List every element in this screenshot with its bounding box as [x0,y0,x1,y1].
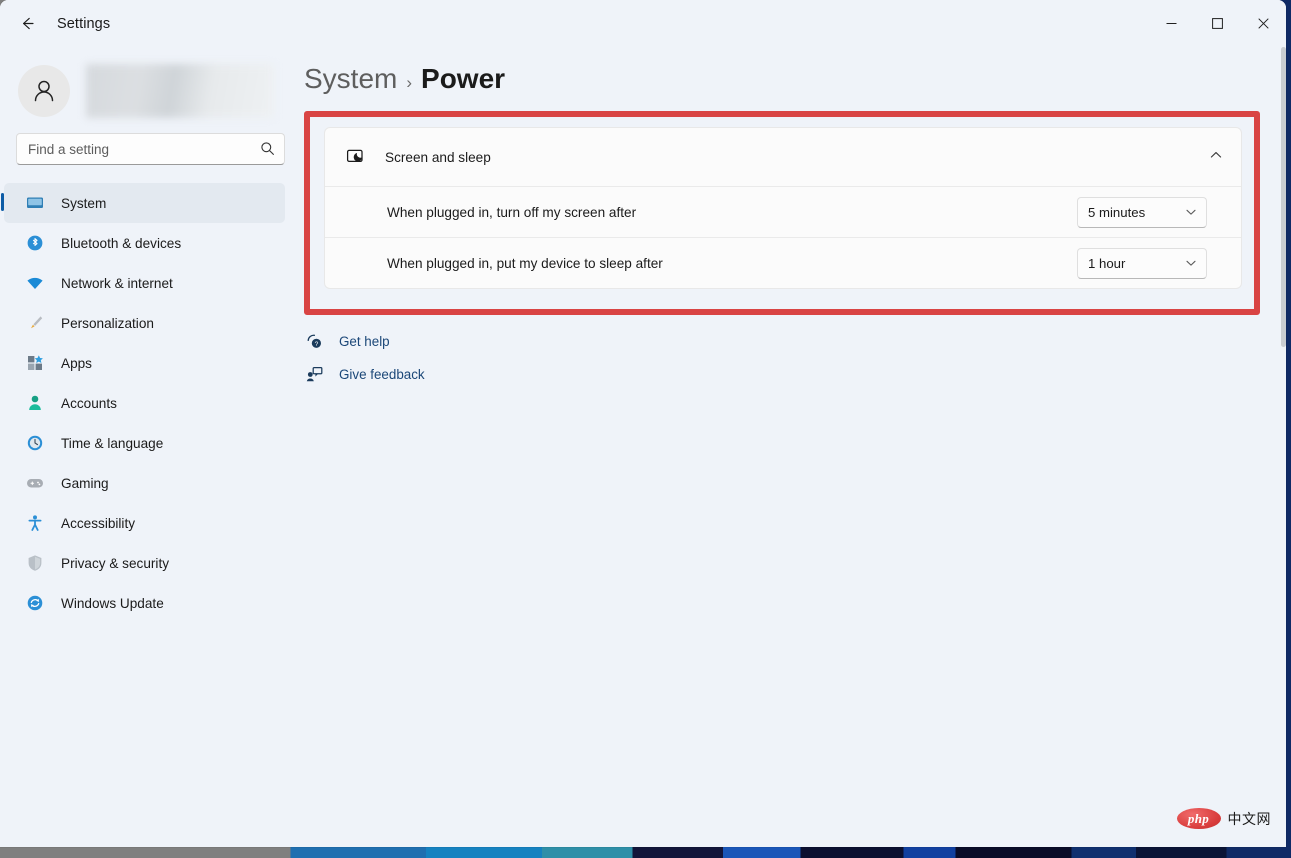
minimize-button[interactable] [1148,0,1194,47]
sidebar-item-label: Network & internet [61,275,173,291]
page-title: Power [421,63,506,94]
turn-off-screen-label: When plugged in, turn off my screen afte… [387,204,637,220]
sidebar-item-label: Apps [61,355,92,371]
accessibility-icon [26,514,44,532]
scrollbar-thumb[interactable] [1281,47,1286,347]
screen-and-sleep-header[interactable]: Screen and sleep [325,128,1241,186]
turn-off-screen-row: When plugged in, turn off my screen afte… [325,186,1241,237]
turn-off-screen-dropdown[interactable]: 5 minutes [1077,196,1207,228]
app-title: Settings [57,15,111,32]
sidebar-item-accounts[interactable]: Accounts [4,383,285,423]
sidebar-item-label: Personalization [61,315,154,331]
help-links: ? Get help Give feedback [304,325,425,391]
sidebar-nav: System Bluetooth & devices Network & int… [0,183,300,623]
wifi-icon [26,274,44,292]
chevron-down-icon [1185,206,1206,218]
help-icon: ? [304,333,324,350]
svg-text:?: ? [314,341,318,348]
turn-off-screen-value: 5 minutes [1088,204,1146,220]
screen-and-sleep-title: Screen and sleep [385,149,491,165]
content-pane: System › Power Screen and sleep When plu… [300,47,1286,847]
sleep-after-row: When plugged in, put my device to sleep … [325,237,1241,288]
sidebar-item-label: Gaming [61,475,109,491]
avatar [18,65,70,117]
sidebar-item-label: Accessibility [61,515,136,531]
shield-icon [26,554,44,572]
arrow-left-icon [22,17,34,30]
sidebar-item-label: Time & language [61,435,164,451]
breadcrumb: System › Power [300,47,1286,95]
bluetooth-icon [26,234,44,252]
get-help-label: Get help [339,334,390,349]
highlight-annotation-box: Screen and sleep When plugged in, turn o… [304,111,1260,315]
sidebar-item-privacy-security[interactable]: Privacy & security [4,543,285,583]
sidebar-item-windows-update[interactable]: Windows Update [4,583,285,623]
search-section [0,121,300,165]
sleep-after-value: 1 hour [1088,255,1126,271]
sidebar-item-label: Accounts [61,395,117,411]
sidebar-item-apps[interactable]: Apps [4,343,285,383]
chevron-down-icon [1185,257,1206,269]
screen-and-sleep-card: Screen and sleep When plugged in, turn o… [324,127,1242,289]
paintbrush-icon [26,314,44,332]
title-bar: Settings [0,0,1286,47]
person-avatar-icon [34,80,54,102]
sidebar-item-accessibility[interactable]: Accessibility [4,503,285,543]
watermark: php 中文网 [1176,808,1272,829]
maximize-icon [1211,18,1223,29]
sidebar: System Bluetooth & devices [0,47,300,847]
caption-buttons [1148,0,1286,47]
breadcrumb-separator: › [406,73,413,92]
back-button[interactable] [10,9,44,39]
sidebar-item-label: Bluetooth & devices [61,235,182,251]
account-section[interactable] [0,47,300,121]
close-button[interactable] [1240,0,1286,47]
give-feedback-label: Give feedback [339,367,425,382]
sidebar-item-label: Windows Update [61,595,164,611]
chevron-up-icon[interactable] [1209,148,1223,167]
sidebar-item-time-language[interactable]: Time & language [4,423,285,463]
sleep-after-label: When plugged in, put my device to sleep … [387,255,663,271]
sidebar-item-bluetooth-devices[interactable]: Bluetooth & devices [4,223,285,263]
monitor-icon [26,194,44,212]
refresh-icon [26,594,44,612]
get-help-link[interactable]: ? Get help [304,325,425,358]
sidebar-item-label: Privacy & security [61,555,170,571]
close-icon [1257,18,1269,29]
breadcrumb-parent[interactable]: System [304,63,397,95]
maximize-button[interactable] [1194,0,1240,47]
sidebar-item-network-internet[interactable]: Network & internet [4,263,285,303]
clock-globe-icon [26,434,44,452]
gamepad-icon [26,474,44,492]
sidebar-item-label: System [61,195,107,211]
php-logo-text: php [1187,810,1210,826]
search-icon [260,141,275,161]
sidebar-item-personalization[interactable]: Personalization [4,303,285,343]
feedback-icon [304,366,324,383]
search-box[interactable] [16,133,285,165]
watermark-site-text: 中文网 [1227,810,1271,827]
person-icon [26,394,44,412]
settings-window: Settings Find a setting System Bluetooth… [0,0,1286,847]
search-input[interactable] [17,141,284,157]
account-name-blurred [86,64,274,118]
give-feedback-link[interactable]: Give feedback [304,358,425,391]
sidebar-item-system[interactable]: System [1,183,285,223]
apps-grid-icon [26,354,44,372]
sidebar-item-gaming[interactable]: Gaming [4,463,285,503]
sleep-after-dropdown[interactable]: 1 hour [1077,247,1207,279]
screen-sleep-icon [345,147,367,167]
content-scrollbar[interactable] [1281,47,1286,847]
php-logo-icon: php [1176,808,1221,829]
minimize-icon [1166,23,1176,24]
